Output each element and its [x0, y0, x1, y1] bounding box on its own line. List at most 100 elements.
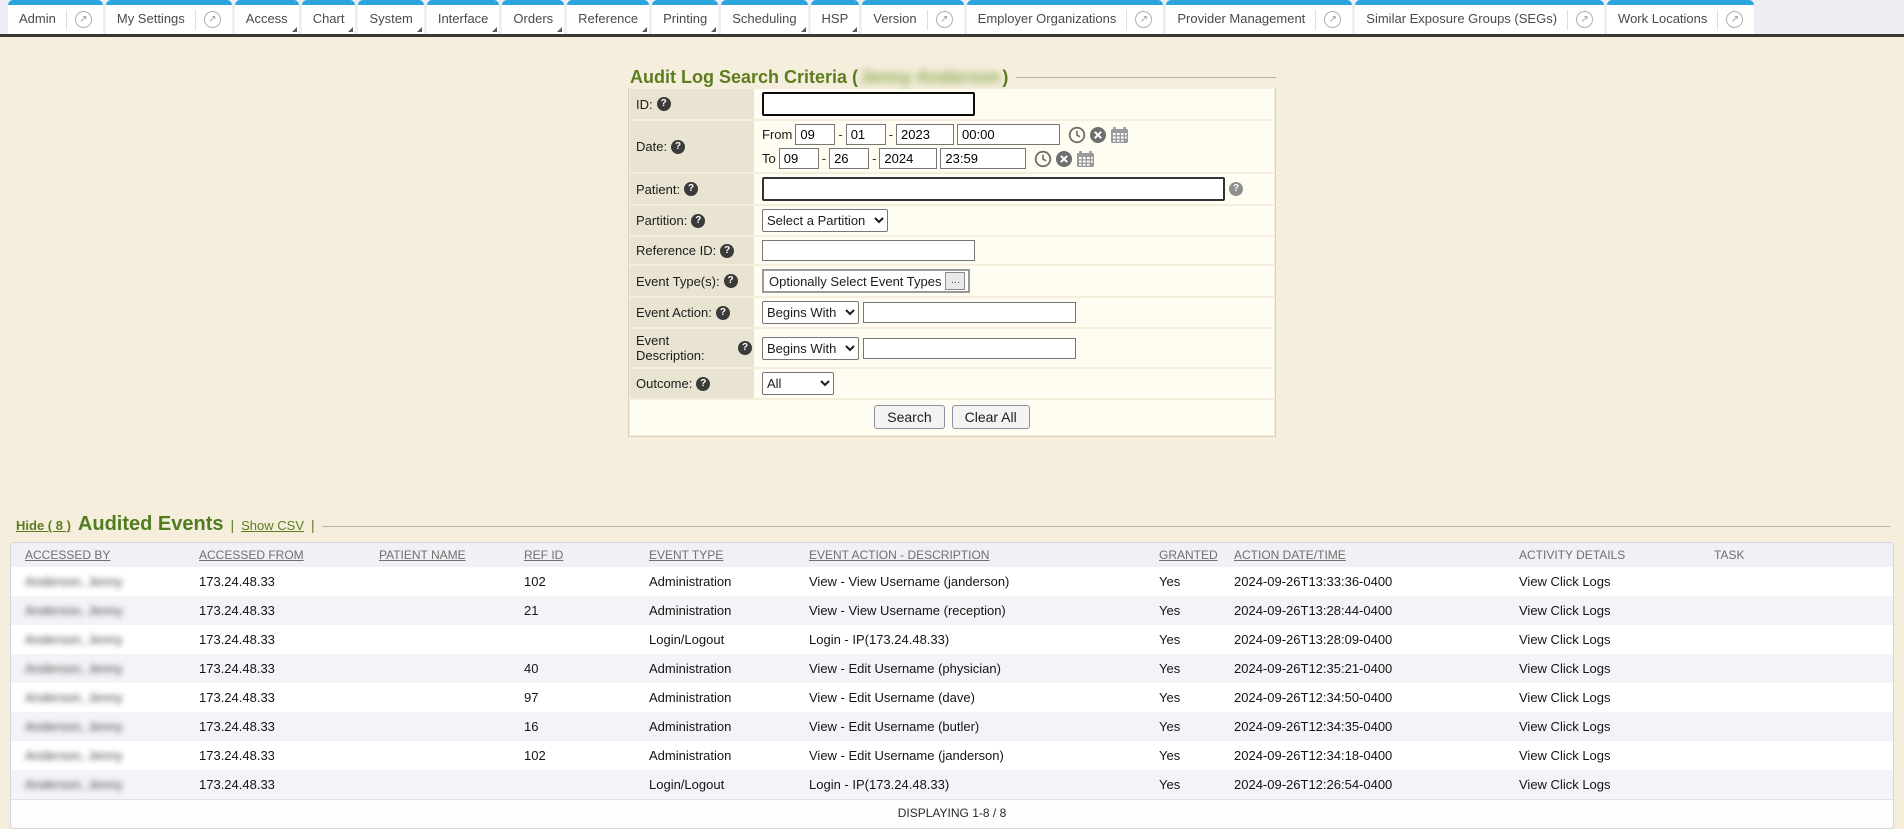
cell-granted: Yes: [1151, 770, 1226, 800]
date-help-icon[interactable]: ?: [671, 140, 685, 154]
to-clear-icon[interactable]: [1055, 150, 1073, 168]
patient-help-icon[interactable]: ?: [684, 182, 698, 196]
cell-accessed-by: Anderson, Jenny: [11, 596, 191, 625]
cell-ref-id: [516, 770, 641, 800]
open-new-window-icon[interactable]: ↗: [1135, 11, 1152, 28]
dropdown-caret-icon: [801, 27, 806, 32]
event-description-help-icon[interactable]: ?: [738, 341, 752, 355]
partition-select[interactable]: Select a Partition: [762, 209, 888, 232]
column-header-event-action-description[interactable]: EVENT ACTION - DESCRIPTION: [801, 543, 1151, 567]
to-year-input[interactable]: [879, 148, 937, 169]
tab-my-settings[interactable]: My Settings↗: [106, 0, 232, 34]
partition-label: Partition:: [636, 213, 687, 228]
column-header-accessed-from[interactable]: ACCESSED FROM: [191, 543, 371, 567]
open-new-window-icon[interactable]: ↗: [75, 11, 92, 28]
tab-provider-management[interactable]: Provider Management↗: [1166, 0, 1352, 34]
redacted-user-name: Anderson, Jenny: [25, 603, 123, 618]
reference-id-label-cell: Reference ID: ?: [630, 237, 754, 264]
search-panel-legend: Audit Log Search Criteria (Jenny Anderso…: [628, 67, 1276, 88]
event-description-input[interactable]: [863, 338, 1076, 359]
event-description-match-select[interactable]: Begins With: [762, 337, 859, 360]
from-time-input[interactable]: [957, 124, 1060, 145]
tab-version[interactable]: Version↗: [862, 0, 963, 34]
id-help-icon[interactable]: ?: [657, 97, 671, 111]
tab-reference[interactable]: Reference: [567, 0, 649, 34]
separator-pipe: |: [311, 517, 315, 533]
tab-printing[interactable]: Printing: [652, 0, 718, 34]
tab-similar-exposure-groups-segs[interactable]: Similar Exposure Groups (SEGs)↗: [1355, 0, 1604, 34]
event-action-label-cell: Event Action: ?: [630, 298, 754, 327]
cell-task: [1706, 625, 1893, 654]
tab-employer-organizations[interactable]: Employer Organizations↗: [967, 0, 1164, 34]
open-new-window-icon[interactable]: ↗: [1324, 11, 1341, 28]
open-new-window-icon[interactable]: ↗: [204, 11, 221, 28]
cell-accessed-from: 173.24.48.33: [191, 596, 371, 625]
column-header-action-date-time[interactable]: ACTION DATE/TIME: [1226, 543, 1511, 567]
to-calendar-icon[interactable]: [1076, 150, 1095, 168]
open-new-window-icon[interactable]: ↗: [1726, 11, 1743, 28]
to-clock-icon[interactable]: [1034, 150, 1052, 168]
from-day-input[interactable]: [846, 124, 886, 145]
patient-input[interactable]: [762, 177, 1225, 201]
patient-lookup-help-icon[interactable]: ?: [1229, 182, 1243, 196]
tab-orders[interactable]: Orders: [502, 0, 564, 34]
tab-scheduling[interactable]: Scheduling: [721, 0, 807, 34]
from-year-input[interactable]: [896, 124, 954, 145]
hide-results-link[interactable]: Hide ( 8 ): [16, 518, 71, 533]
open-new-window-icon[interactable]: ↗: [936, 11, 953, 28]
event-action-help-icon[interactable]: ?: [716, 306, 730, 320]
tab-label: Work Locations: [1618, 11, 1707, 28]
event-types-help-icon[interactable]: ?: [724, 274, 738, 288]
to-month-input[interactable]: [779, 148, 819, 169]
view-click-logs-link[interactable]: View Click Logs: [1511, 625, 1706, 654]
from-clear-icon[interactable]: [1089, 126, 1107, 144]
open-new-window-icon[interactable]: ↗: [1576, 11, 1593, 28]
column-header-granted[interactable]: GRANTED: [1151, 543, 1226, 567]
from-month-input[interactable]: [795, 124, 835, 145]
cell-accessed-from: 173.24.48.33: [191, 770, 371, 800]
tab-interface[interactable]: Interface: [427, 0, 500, 34]
outcome-select[interactable]: All: [762, 372, 834, 395]
to-day-input[interactable]: [829, 148, 869, 169]
event-types-browse-button[interactable]: ...: [945, 272, 965, 290]
tab-hsp[interactable]: HSP: [811, 0, 860, 34]
id-input[interactable]: [762, 92, 975, 116]
cell-action-datetime: 2024-09-26T13:28:09-0400: [1226, 625, 1511, 654]
view-click-logs-link[interactable]: View Click Logs: [1511, 596, 1706, 625]
partition-help-icon[interactable]: ?: [691, 214, 705, 228]
event-types-picker[interactable]: Optionally Select Event Types ...: [762, 269, 970, 293]
to-time-input[interactable]: [940, 148, 1026, 169]
view-click-logs-link[interactable]: View Click Logs: [1511, 741, 1706, 770]
event-action-input[interactable]: [863, 302, 1076, 323]
event-action-match-select[interactable]: Begins With: [762, 301, 859, 324]
clear-all-button[interactable]: Clear All: [952, 405, 1030, 429]
view-click-logs-link[interactable]: View Click Logs: [1511, 712, 1706, 741]
tab-work-locations[interactable]: Work Locations ↗: [1607, 0, 1754, 34]
column-header-ref-id[interactable]: REF ID: [516, 543, 641, 567]
view-click-logs-link[interactable]: View Click Logs: [1511, 683, 1706, 712]
reference-id-help-icon[interactable]: ?: [720, 244, 734, 258]
outcome-help-icon[interactable]: ?: [696, 377, 710, 391]
tab-access[interactable]: Access: [235, 0, 299, 34]
view-click-logs-link[interactable]: View Click Logs: [1511, 770, 1706, 800]
column-header-accessed-by[interactable]: ACCESSED BY: [11, 543, 191, 567]
view-click-logs-link[interactable]: View Click Logs: [1511, 654, 1706, 683]
show-csv-link[interactable]: Show CSV: [241, 518, 304, 533]
event-action-label: Event Action:: [636, 305, 712, 320]
from-clock-icon[interactable]: [1068, 126, 1086, 144]
tab-chart[interactable]: Chart: [302, 0, 356, 34]
cell-accessed-by: Anderson, Jenny: [11, 741, 191, 770]
column-header-patient-name[interactable]: PATIENT NAME: [371, 543, 516, 567]
reference-id-input[interactable]: [762, 240, 975, 261]
from-calendar-icon[interactable]: [1110, 126, 1129, 144]
cell-task: [1706, 712, 1893, 741]
tab-admin[interactable]: Admin↗: [8, 0, 103, 34]
legend-suffix: ): [1002, 67, 1008, 88]
tab-system[interactable]: System: [358, 0, 423, 34]
search-button[interactable]: Search: [874, 405, 944, 429]
column-header-event-type[interactable]: EVENT TYPE: [641, 543, 801, 567]
date-dash: -: [838, 127, 842, 142]
header-rule: [322, 526, 1890, 527]
reference-id-label: Reference ID:: [636, 243, 716, 258]
view-click-logs-link[interactable]: View Click Logs: [1511, 567, 1706, 596]
